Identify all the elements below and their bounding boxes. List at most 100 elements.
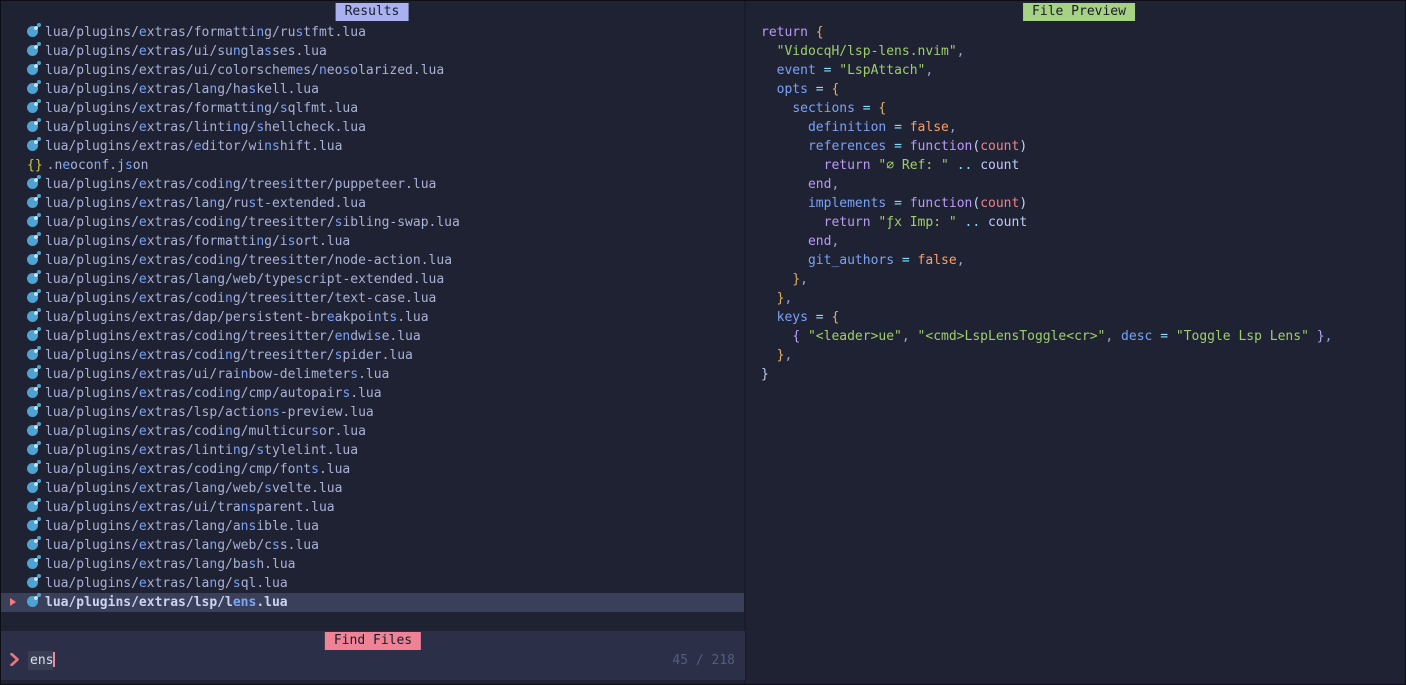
file-path: lua/plugins/extras/coding/treesitter/end… <box>45 329 421 344</box>
result-row[interactable]: lua/plugins/extras/ui/rainbow-delimeters… <box>1 365 745 384</box>
file-path: lua/plugins/extras/lang/ansible.lua <box>45 519 319 534</box>
code-line: references = function(count) <box>761 137 1332 156</box>
lua-file-icon <box>27 482 38 493</box>
file-path: lua/plugins/extras/lsp/lens.lua <box>45 595 288 610</box>
results-title-badge: Results <box>336 3 409 21</box>
lua-file-icon <box>27 273 38 284</box>
preview-pane: return { "VidocqH/lsp-lens.nvim", event … <box>746 1 1406 685</box>
result-row[interactable]: lua/plugins/extras/lang/web/css.lua <box>1 536 745 555</box>
lua-file-icon <box>27 463 38 474</box>
code-line: "VidocqH/lsp-lens.nvim", <box>761 42 1332 61</box>
result-row[interactable]: lua/plugins/extras/coding/treesitter/spi… <box>1 346 745 365</box>
result-row[interactable]: lua/plugins/extras/linting/shellcheck.lu… <box>1 118 745 137</box>
file-path: lua/plugins/extras/lang/web/svelte.lua <box>45 481 342 496</box>
search-input[interactable]: ens <box>10 651 610 671</box>
match-counter: 45 / 218 <box>672 651 735 671</box>
result-row[interactable]: lua/plugins/extras/lang/ansible.lua <box>1 517 745 536</box>
result-row[interactable]: lua/plugins/extras/coding/treesitter/end… <box>1 327 745 346</box>
result-row[interactable]: lua/plugins/extras/lsp/lens.lua <box>1 593 745 612</box>
code-line: keys = { <box>761 308 1332 327</box>
file-path: lua/plugins/extras/linting/stylelint.lua <box>45 443 358 458</box>
file-path: lua/plugins/extras/formatting/sqlfmt.lua <box>45 101 358 116</box>
lua-file-icon <box>27 83 38 94</box>
code-line: event = "LspAttach", <box>761 61 1332 80</box>
file-path: lua/plugins/extras/coding/cmp/autopairs.… <box>45 386 382 401</box>
code-line: sections = { <box>761 99 1332 118</box>
lua-file-icon <box>27 330 38 341</box>
result-row[interactable]: lua/plugins/extras/lang/rust-extended.lu… <box>1 194 745 213</box>
prompt-bar[interactable]: Find Files ens 45 / 218 <box>1 631 745 680</box>
lua-file-icon <box>27 292 38 303</box>
file-preview-code: return { "VidocqH/lsp-lens.nvim", event … <box>761 23 1332 384</box>
lua-file-icon <box>27 425 38 436</box>
lua-file-icon <box>27 254 38 265</box>
file-path: lua/plugins/extras/ui/colorschemes/neoso… <box>45 63 444 78</box>
lua-file-icon <box>27 520 38 531</box>
result-row[interactable]: lua/plugins/extras/editor/winshift.lua <box>1 137 745 156</box>
file-path: lua/plugins/extras/coding/treesitter/pup… <box>45 177 436 192</box>
file-path: lua/plugins/extras/coding/treesitter/nod… <box>45 253 452 268</box>
file-path: lua/plugins/extras/lang/web/css.lua <box>45 538 319 553</box>
result-row[interactable]: lua/plugins/extras/ui/colorschemes/neoso… <box>1 61 745 80</box>
result-row[interactable]: lua/plugins/extras/coding/treesitter/tex… <box>1 289 745 308</box>
result-row[interactable]: lua/plugins/extras/lang/haskell.lua <box>1 80 745 99</box>
lua-file-icon <box>27 444 38 455</box>
result-row[interactable]: lua/plugins/extras/coding/treesitter/nod… <box>1 251 745 270</box>
file-path: lua/plugins/extras/ui/rainbow-delimeters… <box>45 367 389 382</box>
result-row[interactable]: lua/plugins/extras/coding/multicursor.lu… <box>1 422 745 441</box>
result-row[interactable]: lua/plugins/extras/lang/sql.lua <box>1 574 745 593</box>
file-path: lua/plugins/extras/lang/bash.lua <box>45 557 295 572</box>
result-row[interactable]: lua/plugins/extras/lsp/actions-preview.l… <box>1 403 745 422</box>
file-path: lua/plugins/extras/coding/cmp/fonts.lua <box>45 462 350 477</box>
result-row[interactable]: lua/plugins/extras/coding/treesitter/sib… <box>1 213 745 232</box>
code-line: { "<leader>ue", "<cmd>LspLensToggle<cr>"… <box>761 327 1332 346</box>
code-line: git_authors = false, <box>761 251 1332 270</box>
results-list: lua/plugins/extras/formatting/rustfmt.lu… <box>1 23 745 612</box>
lua-file-icon <box>27 577 38 588</box>
file-path: lua/plugins/extras/lang/rust-extended.lu… <box>45 196 366 211</box>
file-path: lua/plugins/extras/ui/transparent.lua <box>45 500 335 515</box>
result-row[interactable]: lua/plugins/extras/lang/web/svelte.lua <box>1 479 745 498</box>
code-line: }, <box>761 289 1332 308</box>
lua-file-icon <box>27 406 38 417</box>
result-row[interactable]: lua/plugins/extras/coding/cmp/autopairs.… <box>1 384 745 403</box>
telescope-find-files-window: Results lua/plugins/extras/formatting/ru… <box>0 0 1406 685</box>
result-row[interactable]: lua/plugins/extras/dap/persistent-breakp… <box>1 308 745 327</box>
file-path: .neoconf.json <box>47 158 149 173</box>
file-path: lua/plugins/extras/lang/haskell.lua <box>45 82 319 97</box>
result-row[interactable]: lua/plugins/extras/lang/bash.lua <box>1 555 745 574</box>
code-line: end, <box>761 175 1332 194</box>
file-path: lua/plugins/extras/lang/web/typescript-e… <box>45 272 444 287</box>
file-path: lua/plugins/extras/linting/shellcheck.lu… <box>45 120 366 135</box>
code-line: implements = function(count) <box>761 194 1332 213</box>
lua-file-icon <box>27 235 38 246</box>
file-path: lua/plugins/extras/lang/sql.lua <box>45 576 288 591</box>
result-row[interactable]: lua/plugins/extras/coding/cmp/fonts.lua <box>1 460 745 479</box>
lua-file-icon <box>27 121 38 132</box>
text-cursor <box>53 652 55 667</box>
file-path: lua/plugins/extras/formatting/rustfmt.lu… <box>45 25 366 40</box>
result-row[interactable]: lua/plugins/extras/ui/transparent.lua <box>1 498 745 517</box>
lua-file-icon <box>27 311 38 322</box>
lua-file-icon <box>27 26 38 37</box>
lua-file-icon <box>27 45 38 56</box>
result-row[interactable]: lua/plugins/extras/linting/stylelint.lua <box>1 441 745 460</box>
result-row[interactable]: {}.neoconf.json <box>1 156 745 175</box>
code-line: end, <box>761 232 1332 251</box>
file-path: lua/plugins/extras/formatting/isort.lua <box>45 234 350 249</box>
lua-file-icon <box>27 368 38 379</box>
code-line: return "ƒx Imp: " .. count <box>761 213 1332 232</box>
result-row[interactable]: lua/plugins/extras/coding/treesitter/pup… <box>1 175 745 194</box>
code-line: }, <box>761 346 1332 365</box>
result-row[interactable]: lua/plugins/extras/formatting/sqlfmt.lua <box>1 99 745 118</box>
lua-file-icon <box>27 349 38 360</box>
file-path: lua/plugins/extras/ui/sunglasses.lua <box>45 44 327 59</box>
result-row[interactable]: lua/plugins/extras/formatting/rustfmt.lu… <box>1 23 745 42</box>
result-row[interactable]: lua/plugins/extras/ui/sunglasses.lua <box>1 42 745 61</box>
file-path: lua/plugins/extras/coding/treesitter/tex… <box>45 291 436 306</box>
lua-file-icon <box>27 501 38 512</box>
result-row[interactable]: lua/plugins/extras/lang/web/typescript-e… <box>1 270 745 289</box>
find-files-title-badge: Find Files <box>325 632 421 650</box>
result-row[interactable]: lua/plugins/extras/formatting/isort.lua <box>1 232 745 251</box>
lua-file-icon <box>27 178 38 189</box>
